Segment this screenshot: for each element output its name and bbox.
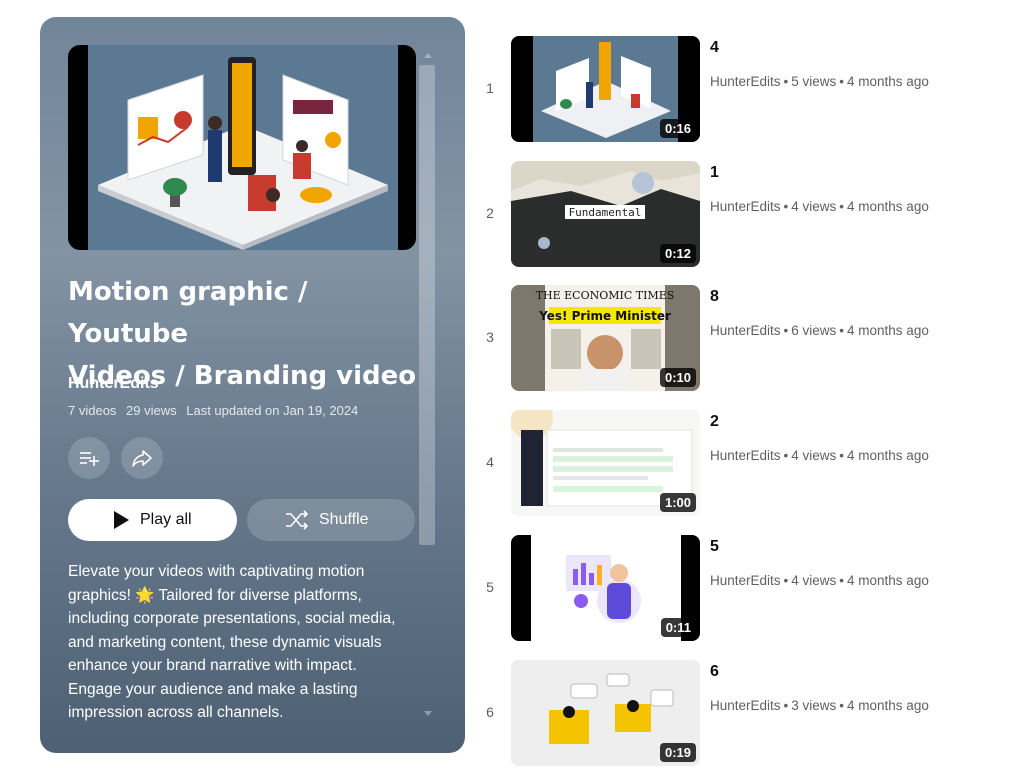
item-index: 2 xyxy=(486,205,494,221)
video-meta: HunterEdits • 5 views • 4 months ago xyxy=(710,74,929,89)
playlist-item[interactable]: 6 0:19 6 HunterEdits • 3 views • 4 months ag… xyxy=(476,660,1016,766)
video-title[interactable]: 5 xyxy=(710,538,719,556)
video-meta: HunterEdits • 4 views • 4 months ago xyxy=(710,448,929,463)
duration-badge: 1:00 xyxy=(659,493,696,512)
shuffle-button[interactable]: Shuffle xyxy=(247,499,415,541)
video-title[interactable]: 1 xyxy=(710,164,719,182)
last-updated: Last updated on Jan 19, 2024 xyxy=(186,403,359,418)
view-count: 4 views xyxy=(791,573,837,588)
hero-illustration xyxy=(88,45,398,250)
scroll-up-arrow-icon[interactable] xyxy=(424,53,432,58)
video-count: 7 videos xyxy=(68,403,117,418)
playlist-header-panel: Motion graphic / Youtube Videos / Brandin… xyxy=(40,17,465,753)
channel-link[interactable]: HunterEdits xyxy=(710,698,781,713)
playlist-description: Elevate your videos with captivating mot… xyxy=(68,563,396,721)
item-index: 4 xyxy=(486,454,494,470)
shuffle-icon xyxy=(286,510,309,530)
play-all-label: Play all xyxy=(140,511,192,528)
view-count: 29 views xyxy=(126,403,177,418)
video-thumbnail[interactable]: 1:00 xyxy=(511,410,700,516)
save-to-playlist-button[interactable] xyxy=(68,437,110,479)
play-all-button[interactable]: Play all xyxy=(68,499,237,541)
playlist-hero-thumbnail[interactable] xyxy=(68,45,416,250)
view-count: 5 views xyxy=(791,74,837,89)
video-meta: HunterEdits • 6 views • 4 months ago xyxy=(710,323,929,338)
playlist-item[interactable]: 2 Fundamental 0:12 1 HunterEdits • 4 views… xyxy=(476,161,1016,267)
video-thumbnail[interactable]: 0:11 xyxy=(511,535,700,641)
video-title[interactable]: 6 xyxy=(710,663,719,681)
view-count: 6 views xyxy=(791,323,837,338)
view-count: 4 views xyxy=(791,448,837,463)
video-meta: HunterEdits • 4 views • 4 months ago xyxy=(710,573,929,588)
channel-link[interactable]: HunterEdits xyxy=(710,199,781,214)
thumb-headline: Yes! Prime Minister xyxy=(538,309,671,323)
playlist-item[interactable]: 1 0:16 4 HunterEdits • 5 views • 4 months ag… xyxy=(476,36,1016,142)
video-title[interactable]: 8 xyxy=(710,288,719,306)
playlist-add-icon xyxy=(80,452,99,466)
playlist-owner-link[interactable]: HunterEdits xyxy=(68,375,159,393)
scroll-down-arrow-icon[interactable] xyxy=(424,711,432,716)
duration-badge: 0:10 xyxy=(659,368,696,387)
upload-age: 4 months ago xyxy=(847,448,929,463)
channel-link[interactable]: HunterEdits xyxy=(710,573,781,588)
channel-link[interactable]: HunterEdits xyxy=(710,323,781,338)
playlist-meta: 7 videos 29 views Last updated on Jan 19… xyxy=(68,403,364,418)
share-icon xyxy=(132,450,152,467)
playlist-item[interactable]: 5 0:11 5 HunterEdits • 4 views • 4 months ag… xyxy=(476,535,1016,641)
channel-link[interactable]: HunterEdits xyxy=(710,448,781,463)
video-title[interactable]: 4 xyxy=(710,39,719,57)
thumb-text: Fundamental xyxy=(569,206,642,219)
view-count: 4 views xyxy=(791,199,837,214)
duration-badge: 0:12 xyxy=(659,244,696,263)
upload-age: 4 months ago xyxy=(847,199,929,214)
duration-badge: 0:19 xyxy=(659,743,696,762)
item-index: 5 xyxy=(486,579,494,595)
upload-age: 4 months ago xyxy=(847,74,929,89)
share-button[interactable] xyxy=(121,437,163,479)
playlist-item[interactable]: 4 1:00 2 HunterEdits • 4 views • 4 months ag… xyxy=(476,410,1016,516)
view-count: 3 views xyxy=(791,698,837,713)
video-thumbnail[interactable]: Fundamental 0:12 xyxy=(511,161,700,267)
upload-age: 4 months ago xyxy=(847,323,929,338)
video-title[interactable]: 2 xyxy=(710,413,719,431)
item-index: 3 xyxy=(486,329,494,345)
item-index: 1 xyxy=(486,80,494,96)
shuffle-label: Shuffle xyxy=(319,511,369,528)
duration-badge: 0:16 xyxy=(659,119,696,138)
duration-badge: 0:11 xyxy=(660,618,696,637)
thumb-text: THE ECONOMIC TIMES xyxy=(536,289,675,302)
video-meta: HunterEdits • 4 views • 4 months ago xyxy=(710,199,929,214)
upload-age: 4 months ago xyxy=(847,573,929,588)
video-thumbnail[interactable]: 0:16 xyxy=(511,36,700,142)
channel-link[interactable]: HunterEdits xyxy=(710,74,781,89)
playlist-item[interactable]: 3 THE ECONOMIC TIMES Yes! Prime Minister… xyxy=(476,285,1016,391)
upload-age: 4 months ago xyxy=(847,698,929,713)
video-thumbnail[interactable]: 0:19 xyxy=(511,660,700,766)
video-thumbnail[interactable]: THE ECONOMIC TIMES Yes! Prime Minister 0… xyxy=(511,285,700,391)
item-index: 6 xyxy=(486,704,494,720)
play-icon xyxy=(114,511,129,529)
video-meta: HunterEdits • 3 views • 4 months ago xyxy=(710,698,929,713)
